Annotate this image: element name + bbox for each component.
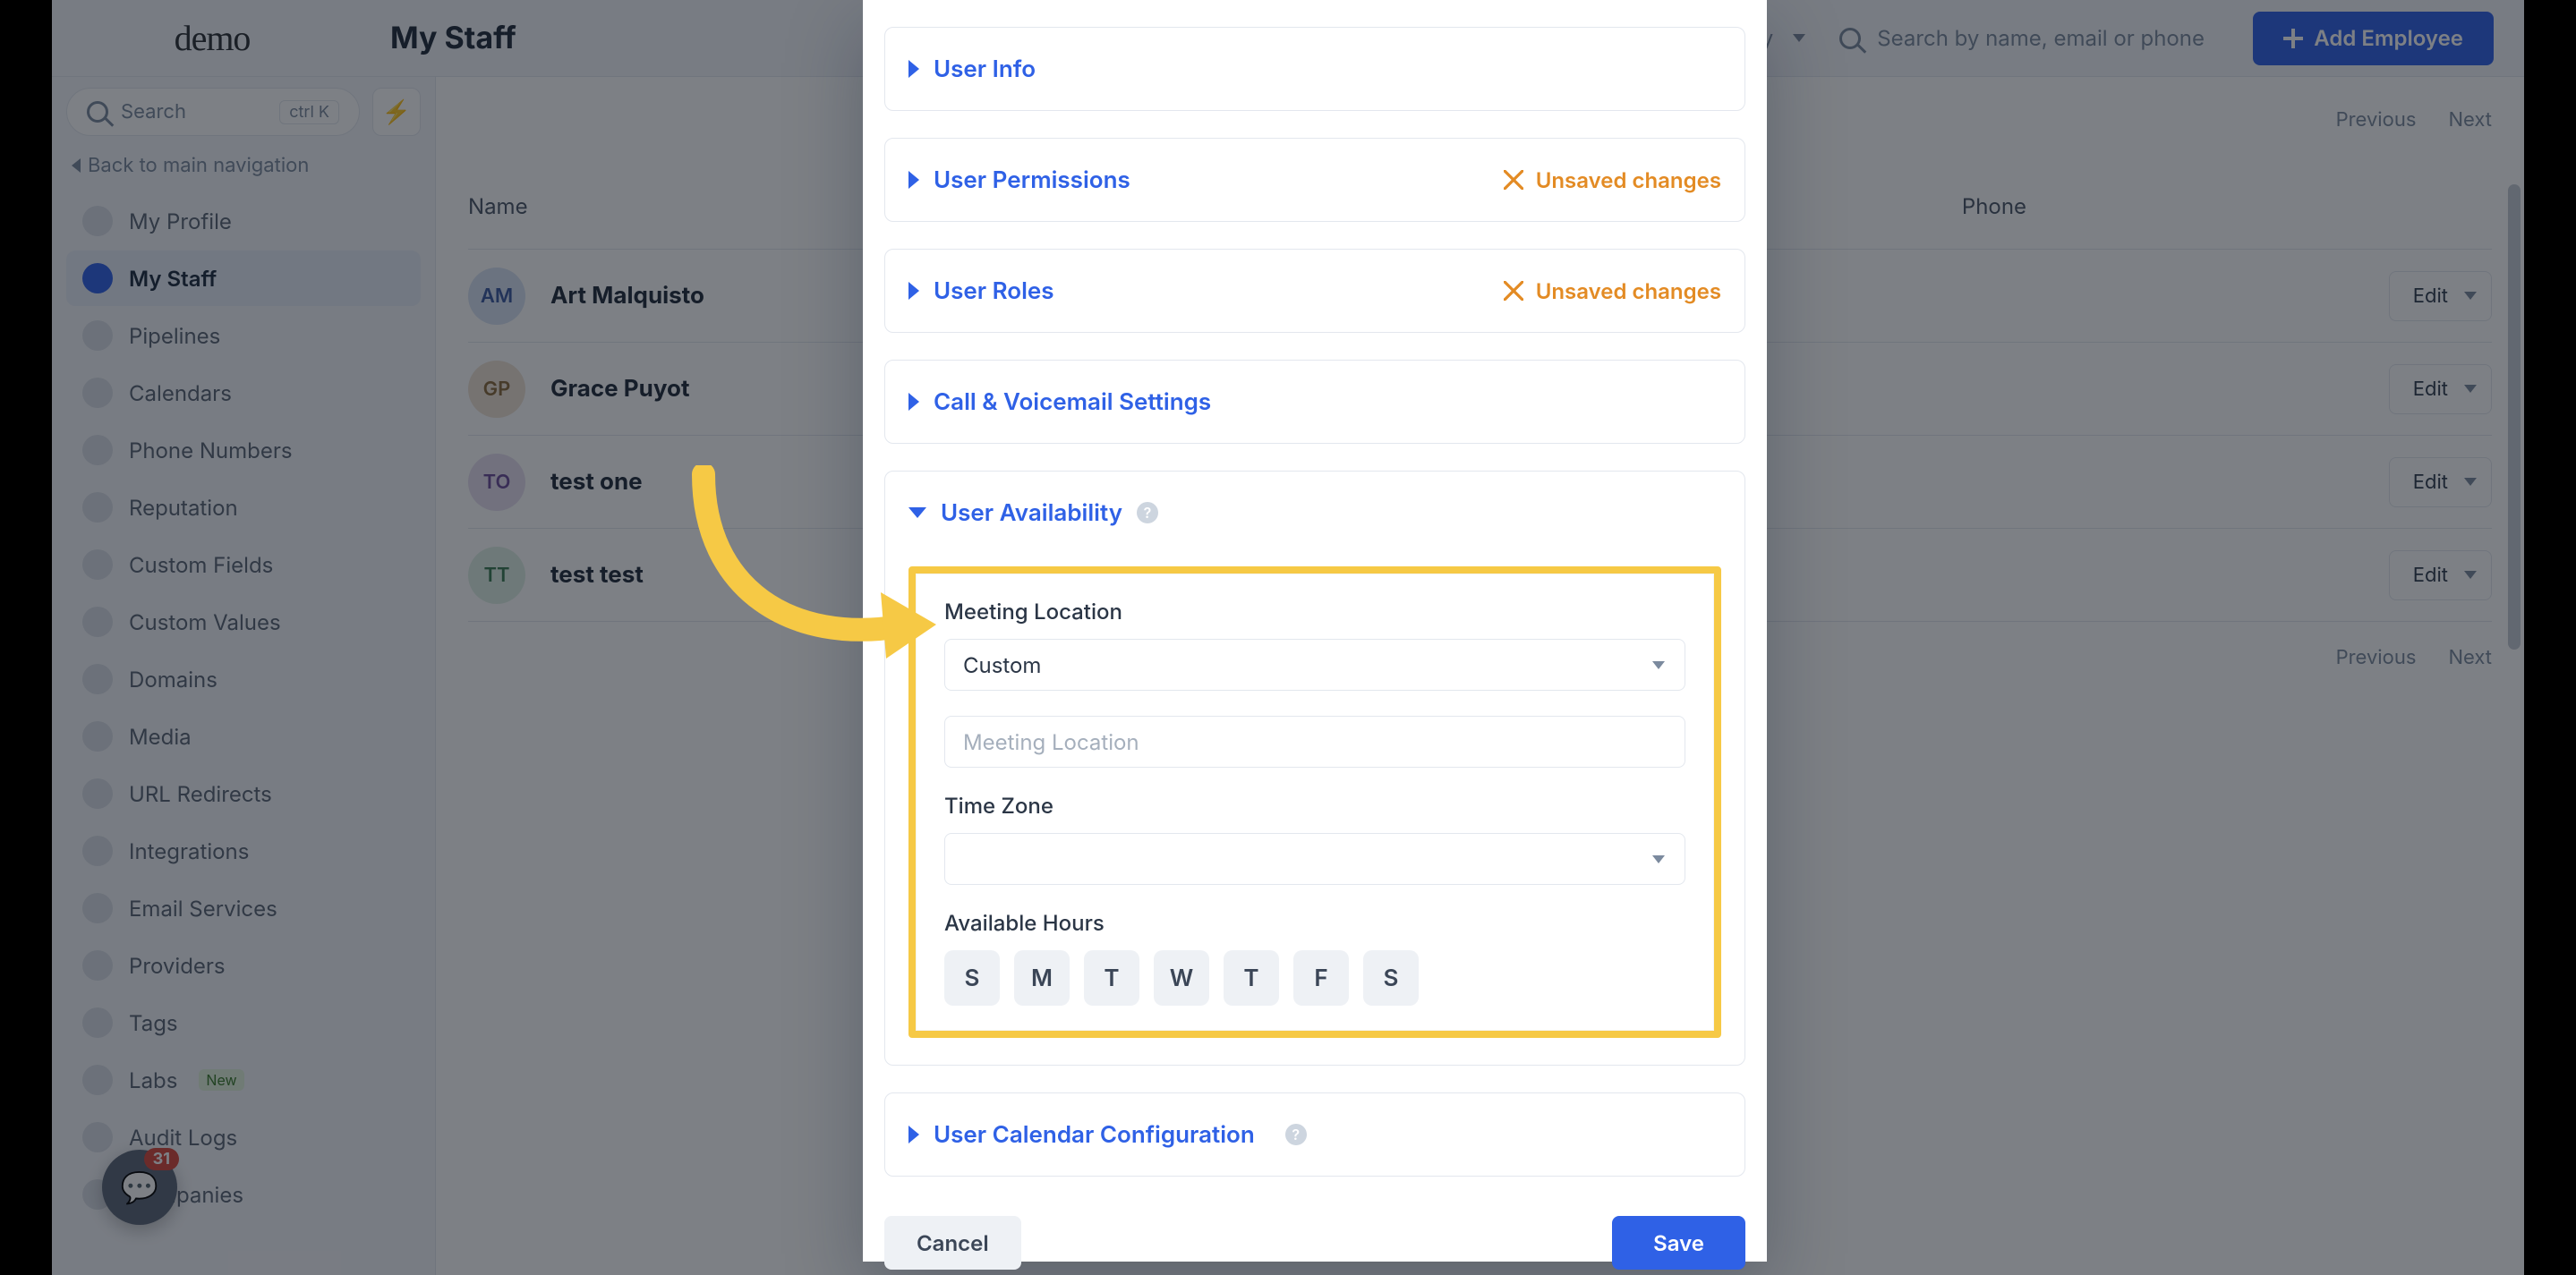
day-sat[interactable]: S (1363, 950, 1419, 1006)
day-thu[interactable]: T (1224, 950, 1279, 1006)
meeting-location-input[interactable]: Meeting Location (944, 716, 1685, 768)
day-fri[interactable]: F (1293, 950, 1349, 1006)
section-user-permissions[interactable]: User Permissions Unsaved changes (884, 138, 1745, 222)
chevron-right-icon (908, 282, 919, 300)
availability-highlight: Meeting Location Custom Meeting Location… (908, 566, 1721, 1038)
chevron-down-icon (908, 507, 926, 518)
pencil-icon (1504, 281, 1523, 301)
pencil-icon (1504, 170, 1523, 190)
timezone-label: Time Zone (944, 793, 1685, 819)
section-user-calendar[interactable]: User Calendar Configuration ? (884, 1092, 1745, 1177)
timezone-select[interactable] (944, 833, 1685, 885)
available-hours-label: Available Hours (944, 910, 1685, 936)
section-user-roles[interactable]: User Roles Unsaved changes (884, 249, 1745, 333)
day-wed[interactable]: W (1154, 950, 1209, 1006)
chevron-right-icon (908, 1126, 919, 1143)
unsaved-badge: Unsaved changes (1504, 167, 1721, 193)
section-call-voicemail[interactable]: Call & Voicemail Settings (884, 360, 1745, 444)
chevron-right-icon (908, 171, 919, 189)
chevron-down-icon (1652, 661, 1665, 669)
unsaved-badge: Unsaved changes (1504, 278, 1721, 304)
chevron-right-icon (908, 393, 919, 411)
app-root: demo My Staff by Search by name, email o… (52, 0, 2524, 1275)
chevron-down-icon (1652, 855, 1665, 863)
day-picker: S M T W T F S (944, 950, 1685, 1006)
help-icon[interactable]: ? (1285, 1124, 1307, 1145)
user-edit-panel: User Info User Permissions Unsaved chang… (863, 0, 1767, 1262)
section-user-availability: User Availability ? Meeting Location Cus… (884, 471, 1745, 1066)
section-user-info[interactable]: User Info (884, 27, 1745, 111)
cancel-button[interactable]: Cancel (884, 1216, 1021, 1270)
day-mon[interactable]: M (1014, 950, 1070, 1006)
day-sun[interactable]: S (944, 950, 1000, 1006)
meeting-location-select[interactable]: Custom (944, 639, 1685, 691)
chevron-right-icon (908, 60, 919, 78)
save-button[interactable]: Save (1612, 1216, 1745, 1270)
modal-actions: Cancel Save (884, 1216, 1745, 1270)
help-icon[interactable]: ? (1137, 502, 1158, 523)
day-tue[interactable]: T (1084, 950, 1139, 1006)
section-user-availability-toggle[interactable]: User Availability ? (908, 472, 1721, 554)
meeting-location-label: Meeting Location (944, 599, 1685, 625)
